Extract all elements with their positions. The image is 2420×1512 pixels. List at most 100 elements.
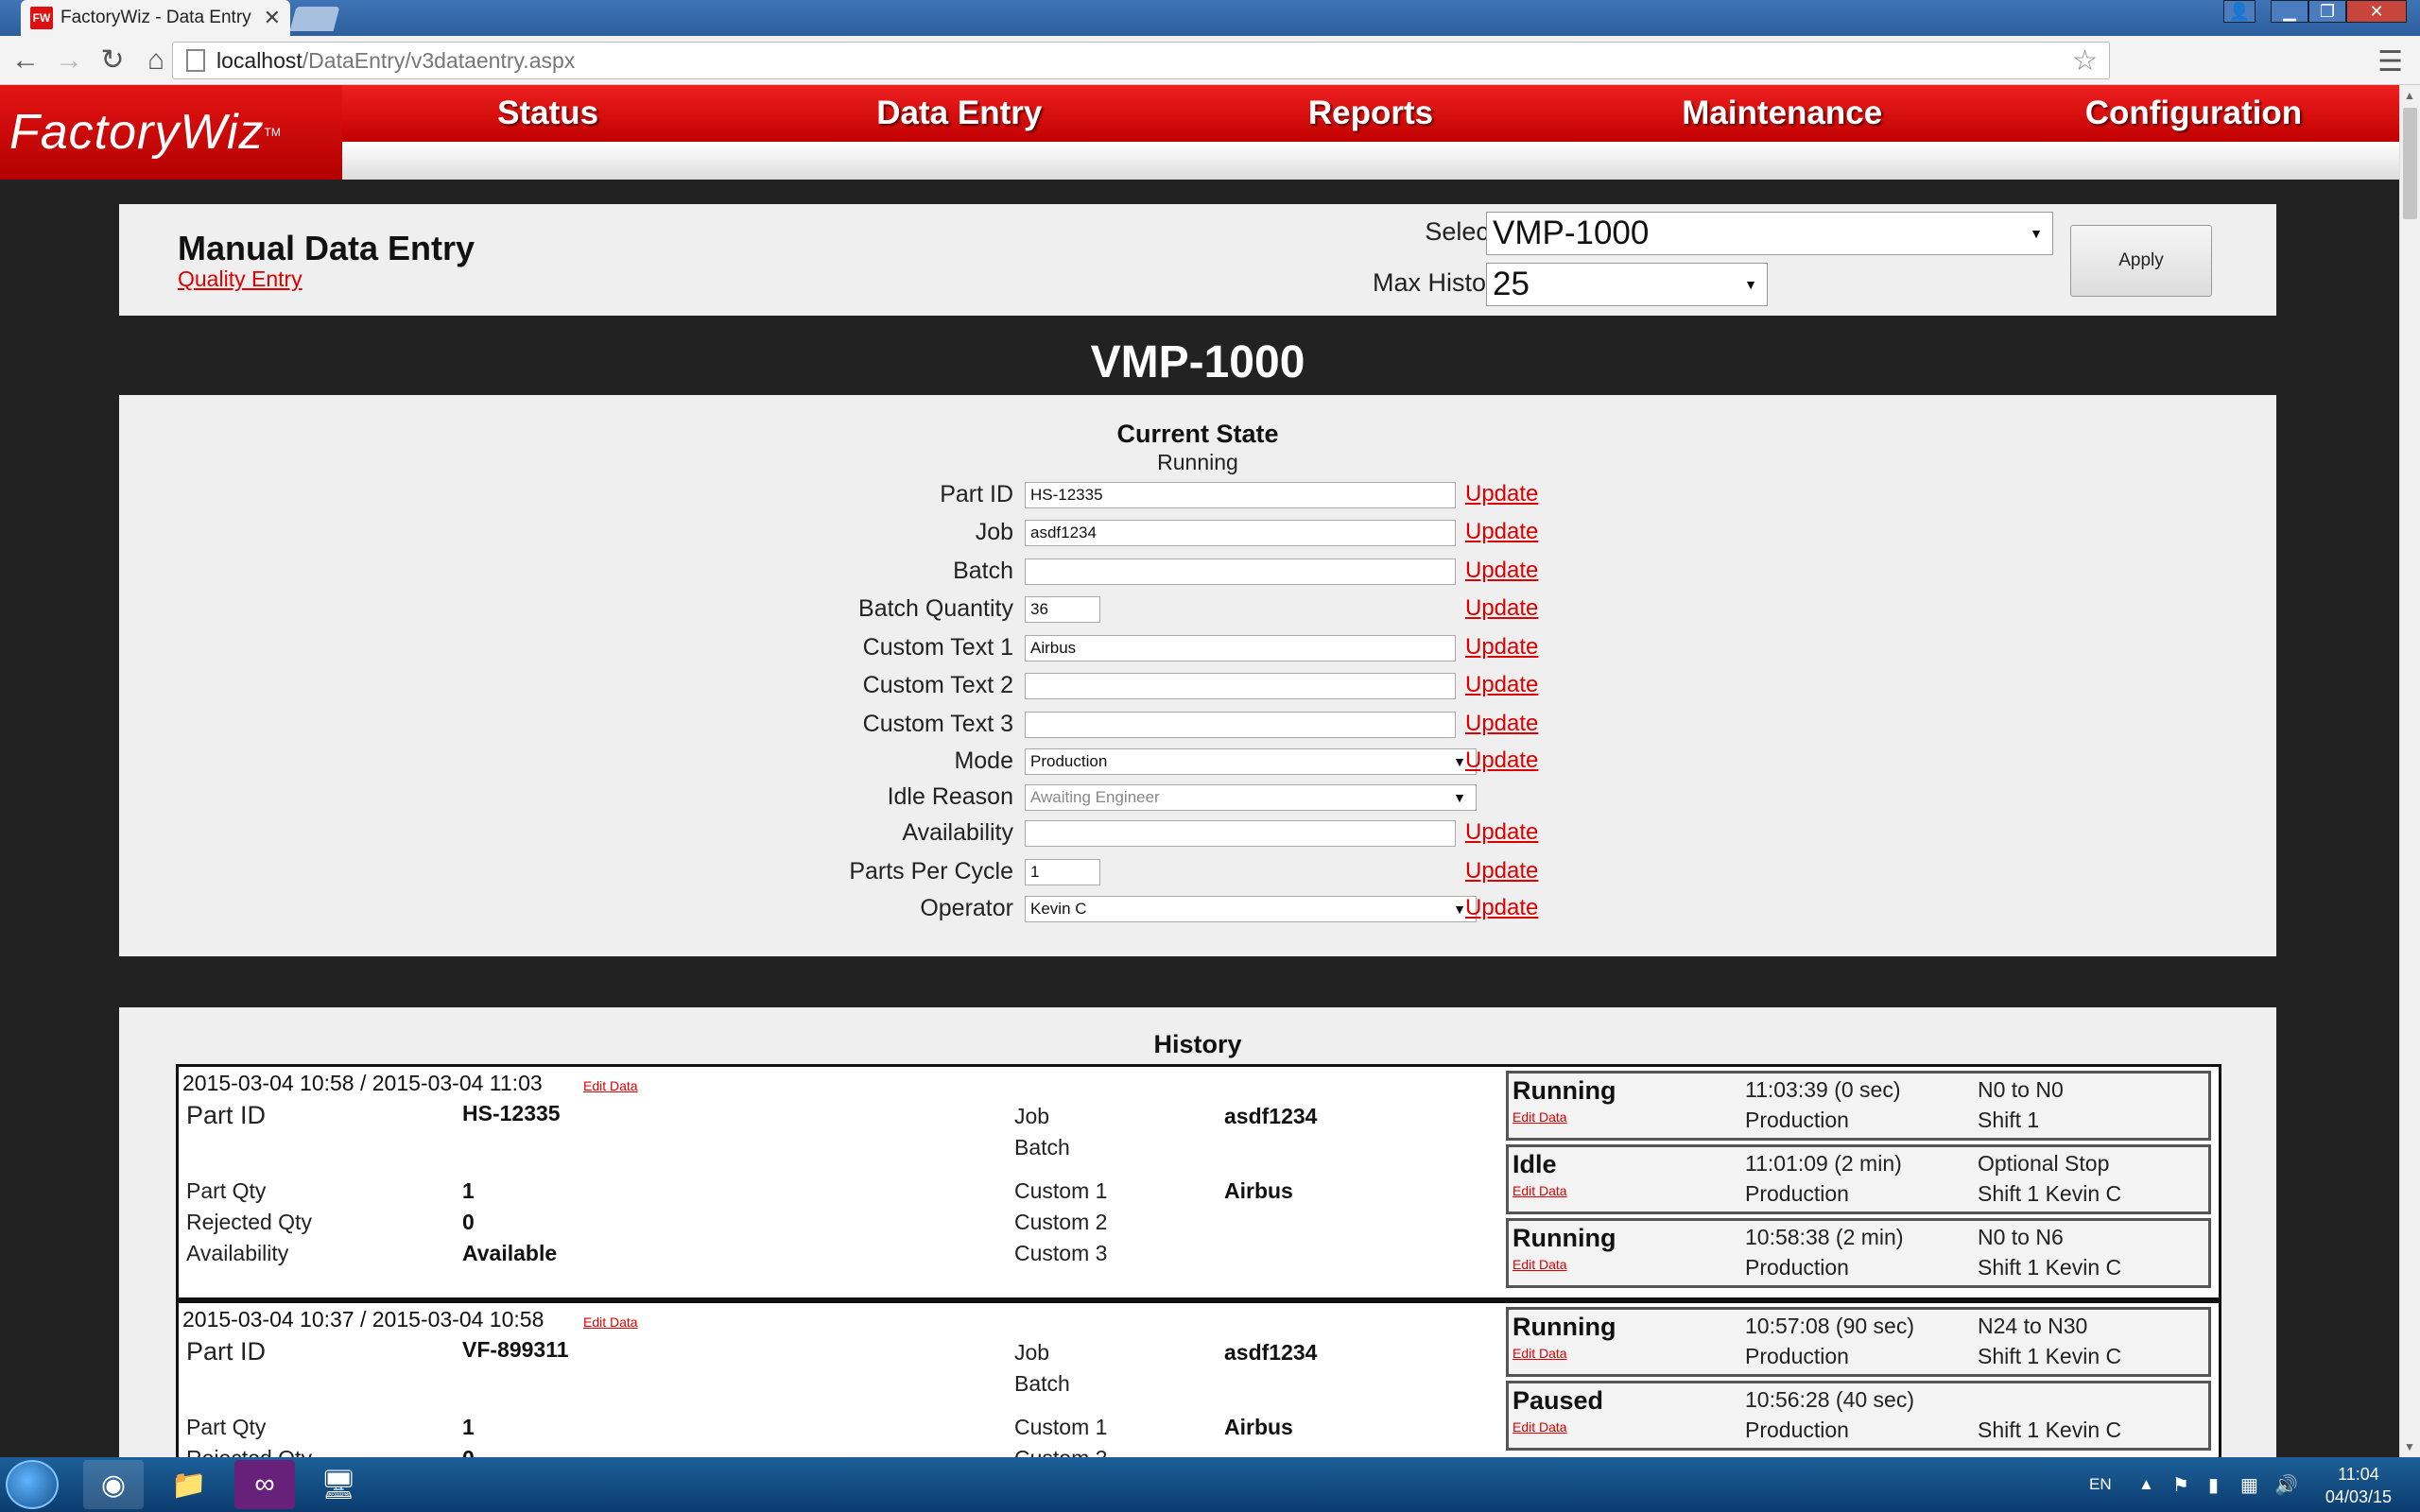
update-custom-text-3-link[interactable]: Update [1465, 711, 1538, 737]
update-operator-link[interactable]: Update [1465, 895, 1538, 921]
parts-per-cycle-input[interactable]: 1 [1025, 859, 1100, 885]
app-header: FactoryWiz TM Status Data Entry Reports M… [0, 85, 2399, 180]
close-window-icon[interactable]: ✕ [2346, 0, 2407, 23]
edit-data-link[interactable]: Edit Data [583, 1078, 638, 1093]
custom-text-2-input[interactable] [1025, 673, 1456, 699]
part-id-input[interactable]: HS-12335 [1025, 482, 1456, 508]
bookmark-star-icon[interactable]: ☆ [2072, 44, 2098, 77]
quality-entry-link[interactable]: Quality Entry [178, 266, 302, 292]
availability-input[interactable] [1025, 820, 1456, 847]
user-icon[interactable]: 👤 [2223, 0, 2256, 25]
restore-icon[interactable]: ❐ [2308, 0, 2346, 23]
explorer-icon[interactable]: 📁 [159, 1460, 219, 1509]
max-history-select[interactable]: 25 ▼ [1486, 263, 1768, 306]
history-record: 2015-03-04 10:37 / 2015-03-04 10:58 Edit… [176, 1300, 2221, 1457]
field-row-batch-quantity: Batch Quantity 36 Update [858, 595, 1539, 623]
batch-input[interactable] [1025, 558, 1456, 585]
nav-subbar [342, 142, 2399, 180]
field-row-custom-text-3: Custom Text 3 Update [862, 711, 1539, 738]
edit-data-link[interactable]: Edit Data [1512, 1419, 1567, 1435]
field-row-part-id: Part ID HS-12335 Update [940, 481, 1539, 508]
favicon-icon: FW [30, 7, 53, 29]
chevron-down-icon: ▼ [2030, 226, 2043, 241]
mode-select[interactable]: Production ▼ [1025, 748, 1477, 775]
flag-icon[interactable]: ⚑ [2172, 1457, 2189, 1512]
field-row-job: Job asdf1234 Update [975, 519, 1539, 546]
edit-data-link[interactable]: Edit Data [1512, 1257, 1567, 1272]
update-batch-quantity-link[interactable]: Update [1465, 595, 1538, 622]
custom-text-3-input[interactable] [1025, 712, 1456, 738]
update-batch-link[interactable]: Update [1465, 558, 1538, 584]
windows-taskbar: ◉ 📁 ∞ 🖥 EN ▲ ⚑ ▮ ▦ 🔊 11:04 04/03/15 [0, 1457, 2420, 1512]
update-custom-text-2-link[interactable]: Update [1465, 672, 1538, 698]
page-title: Manual Data Entry [178, 229, 475, 267]
system-clock[interactable]: 11:04 04/03/15 [2325, 1463, 2392, 1508]
machine-select-panel: Manual Data Entry Quality Entry Select M… [119, 204, 2276, 316]
address-bar[interactable]: localhost/DataEntry/v3dataentry.aspx ☆ [172, 42, 2110, 79]
edit-data-link[interactable]: Edit Data [1512, 1109, 1567, 1125]
main-nav: Status Data Entry Reports Maintenance Co… [342, 85, 2399, 142]
history-record: 2015-03-04 10:58 / 2015-03-04 11:03 Edit… [176, 1064, 2221, 1300]
apply-button[interactable]: Apply [2070, 225, 2212, 297]
new-tab-button[interactable] [289, 7, 340, 31]
battery-icon[interactable]: ▮ [2208, 1457, 2219, 1512]
update-custom-text-1-link[interactable]: Update [1465, 634, 1538, 661]
nav-configuration[interactable]: Configuration [1988, 85, 2399, 142]
machine-select[interactable]: VMP-1000 ▼ [1486, 212, 2053, 255]
update-availability-link[interactable]: Update [1465, 819, 1538, 846]
operator-select[interactable]: Kevin C ▼ [1025, 896, 1477, 922]
current-state-title: Current State [1116, 420, 1279, 448]
language-indicator[interactable]: EN [2089, 1457, 2112, 1512]
field-row-mode: Mode Production ▼ Update [954, 747, 1539, 775]
scroll-thumb[interactable] [2403, 108, 2417, 219]
state-entry: Paused Edit Data 10:56:28 (40 sec) Produ… [1506, 1381, 2211, 1451]
state-entry: Running Edit Data 10:58:38 (2 min) Produ… [1506, 1218, 2211, 1288]
factorywiz-logo[interactable]: FactoryWiz TM [0, 85, 342, 180]
job-input[interactable]: asdf1234 [1025, 520, 1456, 546]
field-row-availability: Availability Update [902, 819, 1539, 847]
reload-icon[interactable]: ↻ [91, 43, 134, 77]
scroll-down-icon[interactable]: ▼ [2404, 1440, 2415, 1453]
update-part-id-link[interactable]: Update [1465, 481, 1538, 507]
edit-data-link[interactable]: Edit Data [1512, 1346, 1567, 1361]
page-scrollbar[interactable]: ▲ ▼ [2399, 85, 2420, 1457]
browser-tab[interactable]: FW FactoryWiz - Data Entry ✕ [21, 0, 290, 36]
state-entry: Running Edit Data 11:03:39 (0 sec) Produ… [1506, 1071, 2211, 1141]
forward-icon[interactable]: → [47, 44, 91, 77]
edit-data-link[interactable]: Edit Data [583, 1314, 638, 1330]
visual-studio-icon[interactable]: ∞ [234, 1460, 295, 1509]
idle-reason-select[interactable]: Awaiting Engineer ▼ [1025, 784, 1477, 811]
update-mode-link[interactable]: Update [1465, 747, 1538, 774]
nav-reports[interactable]: Reports [1165, 85, 1576, 142]
start-button[interactable] [6, 1460, 59, 1509]
nav-status[interactable]: Status [342, 85, 753, 142]
chevron-down-icon: ▼ [1744, 277, 1757, 292]
field-row-parts-per-cycle: Parts Per Cycle 1 Update [849, 858, 1539, 885]
tray-expand-icon[interactable]: ▲ [2138, 1457, 2154, 1512]
history-title: History [1153, 1030, 1242, 1058]
custom-text-1-input[interactable]: Airbus [1025, 635, 1456, 662]
field-row-batch: Batch Update [953, 558, 1539, 585]
nav-maintenance[interactable]: Maintenance [1577, 85, 1988, 142]
chevron-down-icon: ▼ [1453, 754, 1466, 769]
field-row-custom-text-1: Custom Text 1 Airbus Update [862, 634, 1539, 662]
edit-data-link[interactable]: Edit Data [1512, 1183, 1567, 1198]
minimize-icon[interactable]: ▁ [2271, 0, 2308, 23]
update-job-link[interactable]: Update [1465, 519, 1538, 545]
tab-close-icon[interactable]: ✕ [264, 6, 281, 30]
record-time-range: 2015-03-04 10:58 / 2015-03-04 11:03 [182, 1071, 543, 1095]
nav-data-entry[interactable]: Data Entry [753, 85, 1165, 142]
remote-desktop-icon[interactable]: 🖥 [308, 1460, 369, 1509]
tab-title: FactoryWiz - Data Entry [60, 8, 251, 27]
browser-titlebar: FW FactoryWiz - Data Entry ✕ 👤 ▁ ❐ ✕ [0, 0, 2420, 36]
batch-quantity-input[interactable]: 36 [1025, 596, 1100, 623]
chrome-icon[interactable]: ◉ [83, 1460, 144, 1509]
scroll-up-icon[interactable]: ▲ [2404, 89, 2415, 102]
network-icon[interactable]: ▦ [2240, 1457, 2258, 1512]
browser-menu-icon[interactable]: ☰ [2377, 45, 2403, 78]
field-row-operator: Operator Kevin C ▼ Update [920, 895, 1539, 922]
url-text: localhost/DataEntry/v3dataentry.aspx [216, 47, 576, 73]
back-icon[interactable]: ← [4, 44, 47, 77]
update-parts-per-cycle-link[interactable]: Update [1465, 858, 1538, 885]
volume-icon[interactable]: 🔊 [2274, 1457, 2298, 1512]
